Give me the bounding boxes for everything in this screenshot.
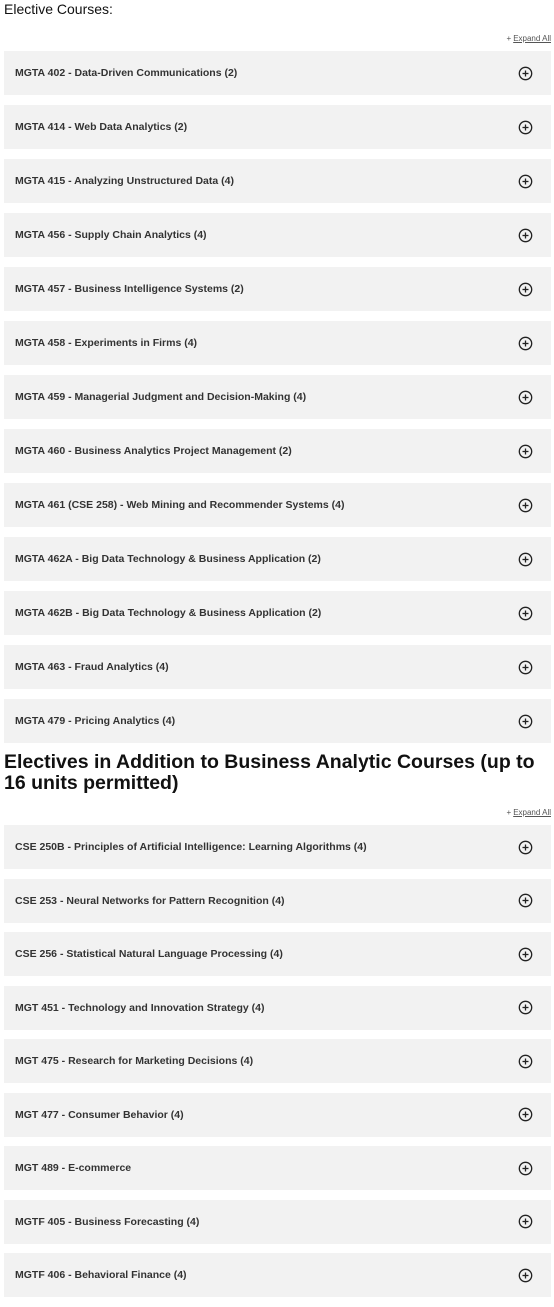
plus-circle-icon[interactable] [518, 893, 533, 908]
plus-circle-icon[interactable] [518, 947, 533, 962]
plus-circle-icon[interactable] [518, 1000, 533, 1015]
course-accordion-item[interactable]: CSE 253 - Neural Networks for Pattern Re… [4, 878, 551, 923]
plus-circle-icon[interactable] [518, 444, 533, 459]
course-accordion-item[interactable]: MGTA 462A - Big Data Technology & Busine… [4, 537, 551, 581]
course-title: MGTA 458 - Experiments in Firms (4) [15, 337, 198, 349]
course-accordion-item[interactable]: MGTA 456 - Supply Chain Analytics (4) [4, 213, 551, 257]
course-title: MGTA 456 - Supply Chain Analytics (4) [15, 229, 207, 241]
course-accordion-item[interactable]: MGTF 405 - Business Forecasting (4) [4, 1199, 551, 1244]
course-title: MGTA 459 - Managerial Judgment and Decis… [15, 391, 307, 403]
plus-circle-icon-graphic [518, 552, 533, 566]
page: Elective Courses: + Expand All MGTA 402 -… [0, 0, 554, 1299]
plus-circle-icon-graphic [518, 660, 533, 674]
plus-circle-icon-graphic [518, 606, 533, 620]
plus-circle-icon-graphic [518, 174, 533, 188]
plus-circle-icon[interactable] [518, 552, 533, 567]
plus-circle-icon[interactable] [518, 660, 533, 675]
course-title: MGT 477 - Consumer Behavior (4) [15, 1108, 184, 1121]
additional-elective-list: CSE 250B - Principles of Artificial Inte… [4, 825, 551, 1307]
plus-circle-icon[interactable] [518, 1161, 533, 1176]
course-title: MGTA 462B - Big Data Technology & Busine… [15, 607, 322, 619]
course-title: CSE 253 - Neural Networks for Pattern Re… [15, 894, 285, 907]
course-title: MGTA 460 - Business Analytics Project Ma… [15, 445, 292, 457]
plus-circle-icon[interactable] [518, 840, 533, 855]
plus-circle-icon-graphic [518, 893, 533, 908]
plus-circle-icon[interactable] [518, 714, 533, 729]
course-accordion-item[interactable]: MGTA 415 - Analyzing Unstructured Data (… [4, 159, 551, 203]
course-title: MGTF 405 - Business Forecasting (4) [15, 1215, 200, 1228]
course-title: MGTA 457 - Business Intelligence Systems… [15, 283, 244, 295]
plus-circle-icon[interactable] [518, 174, 533, 189]
plus-circle-icon[interactable] [518, 66, 533, 81]
plus-circle-icon[interactable] [518, 498, 533, 513]
plus-circle-icon-graphic [518, 1268, 533, 1282]
course-accordion-item[interactable]: MGTA 463 - Fraud Analytics (4) [4, 645, 551, 689]
course-accordion-item[interactable]: MGTA 402 - Data-Driven Communications (2… [4, 51, 551, 95]
plus-circle-icon[interactable] [518, 1214, 533, 1229]
elective-course-list: MGTA 402 - Data-Driven Communications (2… [4, 51, 551, 753]
course-title: MGTA 479 - Pricing Analytics (4) [15, 715, 176, 727]
plus-circle-icon[interactable] [518, 1268, 533, 1283]
plus-circle-icon[interactable] [518, 1107, 533, 1122]
course-title: MGT 489 - E-commerce [15, 1162, 132, 1174]
course-accordion-item[interactable]: MGTF 406 - Behavioral Finance (4) [4, 1253, 551, 1297]
course-accordion-item[interactable]: MGT 475 - Research for Marketing Decisio… [4, 1039, 551, 1083]
plus-circle-icon-graphic [518, 498, 533, 512]
course-title: MGTA 463 - Fraud Analytics (4) [15, 661, 169, 673]
course-title: MGTA 462A - Big Data Technology & Busine… [15, 553, 321, 565]
plus-circle-icon-graphic [518, 66, 533, 80]
plus-circle-icon-graphic [518, 1161, 533, 1175]
plus-circle-icon-graphic [518, 120, 533, 134]
course-title: MGT 451 - Technology and Innovation Stra… [15, 1001, 265, 1014]
course-accordion-item[interactable]: MGTA 459 - Managerial Judgment and Decis… [4, 375, 551, 419]
plus-circle-icon[interactable] [518, 1054, 533, 1069]
expand-all-control[interactable]: + Expand All [507, 34, 551, 44]
course-accordion-item[interactable]: MGT 477 - Consumer Behavior (4) [4, 1092, 551, 1137]
course-accordion-item[interactable]: MGT 489 - E-commerce [4, 1146, 551, 1190]
expand-all-control-additional[interactable]: + Expand All [507, 808, 551, 818]
plus-circle-icon[interactable] [518, 606, 533, 621]
course-accordion-item[interactable]: MGTA 458 - Experiments in Firms (4) [4, 321, 551, 365]
course-title: CSE 250B - Principles of Artificial Inte… [15, 841, 367, 853]
course-accordion-item[interactable]: MGTA 460 - Business Analytics Project Ma… [4, 429, 551, 473]
plus-circle-icon-graphic [518, 336, 533, 350]
course-accordion-item[interactable]: MGTA 462B - Big Data Technology & Busine… [4, 591, 551, 635]
course-accordion-item[interactable]: MGTA 461 (CSE 258) - Web Mining and Reco… [4, 483, 551, 527]
course-accordion-item[interactable]: MGTA 479 - Pricing Analytics (4) [4, 699, 551, 743]
course-title: MGTA 414 - Web Data Analytics (2) [15, 121, 188, 133]
plus-circle-icon[interactable] [518, 120, 533, 135]
course-accordion-item[interactable]: CSE 250B - Principles of Artificial Inte… [4, 825, 551, 869]
course-accordion-item[interactable]: MGT 451 - Technology and Innovation Stra… [4, 985, 551, 1030]
course-title: CSE 256 - Statistical Natural Language P… [15, 948, 283, 960]
course-title: MGTF 406 - Behavioral Finance (4) [15, 1269, 187, 1281]
course-title: MGTA 461 (CSE 258) - Web Mining and Reco… [15, 499, 345, 511]
plus-circle-icon-graphic [518, 840, 533, 854]
expand-all-plus: + [506, 34, 512, 43]
plus-circle-icon-graphic [518, 228, 533, 242]
plus-circle-icon-graphic [518, 1107, 533, 1122]
course-title: MGTA 415 - Analyzing Unstructured Data (… [15, 175, 234, 187]
plus-circle-icon-graphic [518, 947, 533, 961]
course-title: MGTA 402 - Data-Driven Communications (2… [15, 67, 238, 79]
expand-all-plus: + [506, 808, 512, 817]
plus-circle-icon-graphic [518, 444, 533, 458]
plus-circle-icon[interactable] [518, 282, 533, 297]
plus-circle-icon-graphic [518, 1054, 533, 1068]
plus-circle-icon[interactable] [518, 228, 533, 243]
course-accordion-item[interactable]: MGTA 414 - Web Data Analytics (2) [4, 105, 551, 149]
section-title-elective-courses: Elective Courses: [4, 1, 113, 17]
plus-circle-icon-graphic [518, 282, 533, 296]
expand-all-link[interactable]: Expand All [513, 808, 551, 817]
plus-circle-icon-graphic [518, 714, 533, 728]
section-title-additional-electives: Electives in Addition to Business Analyt… [4, 751, 535, 794]
course-accordion-item[interactable]: CSE 256 - Statistical Natural Language P… [4, 932, 551, 976]
course-accordion-item[interactable]: MGTA 457 - Business Intelligence Systems… [4, 267, 551, 311]
expand-all-link[interactable]: Expand All [513, 34, 551, 43]
plus-circle-icon-graphic [518, 390, 533, 404]
course-title: MGT 475 - Research for Marketing Decisio… [15, 1055, 254, 1067]
plus-circle-icon-graphic [518, 1214, 533, 1229]
plus-circle-icon-graphic [518, 1000, 533, 1015]
plus-circle-icon[interactable] [518, 336, 533, 351]
plus-circle-icon[interactable] [518, 390, 533, 405]
